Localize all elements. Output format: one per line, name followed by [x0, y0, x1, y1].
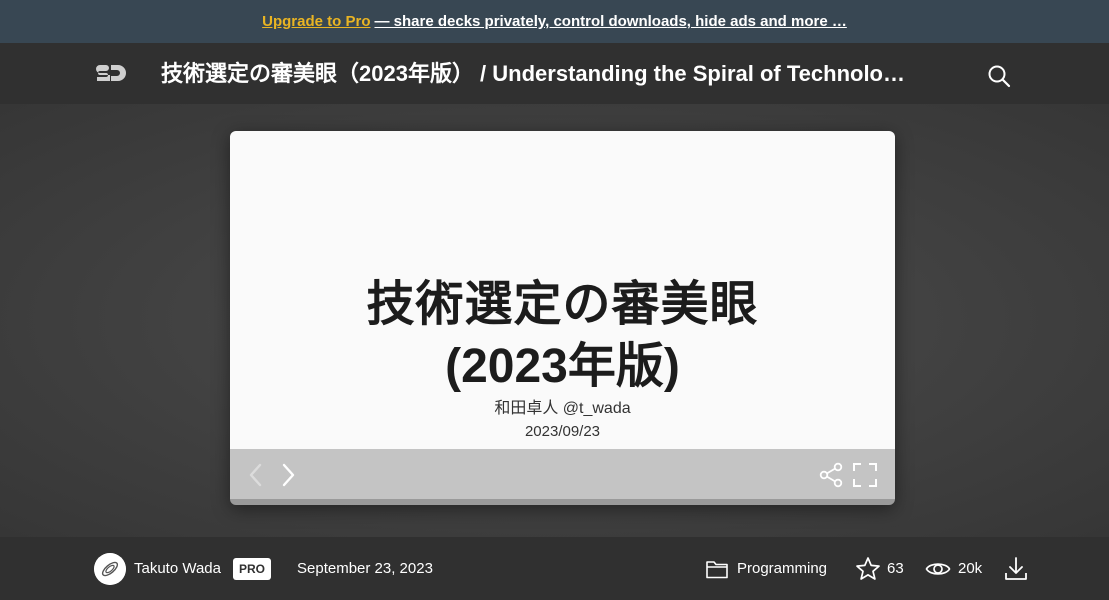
deck-footer: Takuto Wada PRO September 23, 2023 Progr…: [0, 537, 1109, 600]
download-icon[interactable]: [1003, 555, 1029, 583]
author-name-link[interactable]: Takuto Wada: [134, 559, 221, 579]
fullscreen-icon[interactable]: [852, 462, 878, 488]
search-icon[interactable]: [985, 62, 1013, 90]
view-count: 20k: [958, 560, 983, 577]
promo-banner: Upgrade to Pro — share decks privately, …: [0, 0, 1109, 43]
promo-message-link[interactable]: — share decks privately, control downloa…: [374, 13, 846, 30]
slide-viewer[interactable]: 技術選定の審美眼 (2023年版) 和田卓人 @t_wada 2023/09/2…: [230, 131, 895, 505]
star-icon[interactable]: [855, 556, 881, 582]
speakerdeck-logo-icon[interactable]: [93, 61, 127, 85]
upgrade-link[interactable]: Upgrade to Pro: [262, 13, 370, 30]
share-icon[interactable]: [818, 462, 844, 488]
folder-icon: [706, 561, 728, 579]
deck-title: 技術選定の審美眼（2023年版） / Understanding the Spi…: [161, 61, 905, 86]
chevron-left-icon[interactable]: [246, 461, 266, 489]
slide-stage: 技術選定の審美眼 (2023年版) 和田卓人 @t_wada 2023/09/2…: [0, 104, 1109, 537]
slide-date: 2023/09/23: [524, 423, 601, 440]
slide-author: 和田卓人 @t_wada: [494, 400, 631, 417]
slide-title-line2: (2023年版): [445, 340, 680, 393]
slide-content: 技術選定の審美眼 (2023年版) 和田卓人 @t_wada 2023/09/2…: [230, 131, 895, 449]
star-count: 63: [887, 560, 904, 577]
slide-controls: [230, 449, 895, 499]
deck-header: 技術選定の審美眼（2023年版） / Understanding the Spi…: [0, 43, 1109, 104]
slide-progress-bar[interactable]: [230, 499, 895, 505]
publish-date: September 23, 2023: [297, 560, 433, 577]
category-link[interactable]: Programming: [737, 559, 827, 579]
avatar[interactable]: [94, 553, 126, 585]
pro-badge: PRO: [233, 558, 272, 580]
chevron-right-icon[interactable]: [278, 461, 298, 489]
eye-icon: [925, 563, 951, 575]
slide-title-line1: 技術選定の審美眼: [366, 278, 759, 331]
